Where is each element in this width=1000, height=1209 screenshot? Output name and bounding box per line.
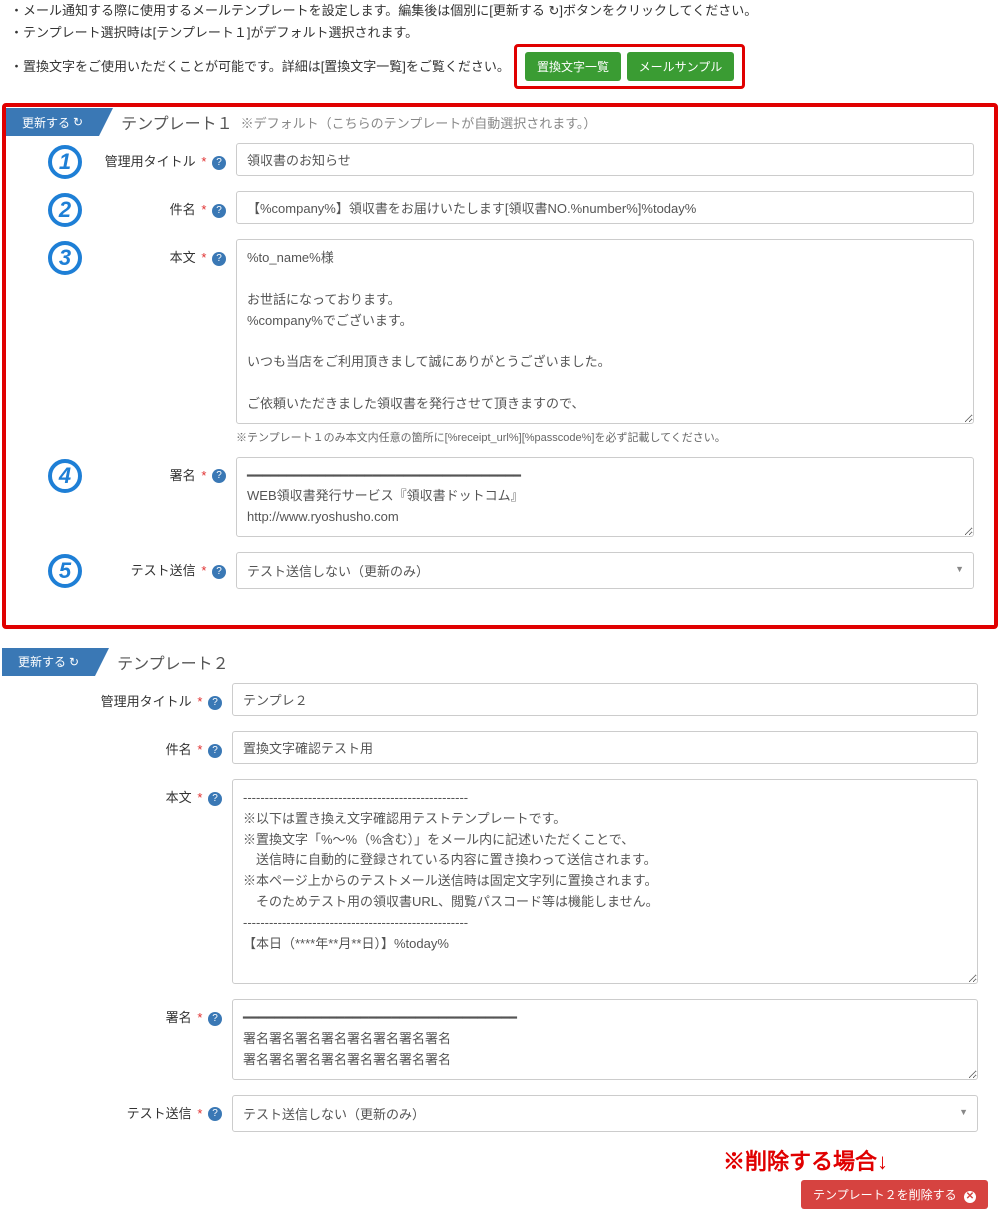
badge-1: 1 bbox=[48, 145, 82, 179]
template2-body-textarea[interactable] bbox=[232, 779, 978, 984]
help-icon[interactable]: ? bbox=[212, 469, 226, 483]
badge-2: 2 bbox=[48, 193, 82, 227]
intro-block: ・メール通知する際に使用するメールテンプレートを設定します。編集後は個別に[更新… bbox=[0, 0, 1000, 95]
help-icon[interactable]: ? bbox=[208, 696, 222, 710]
help-icon[interactable]: ? bbox=[212, 156, 226, 170]
delete-note: ※削除する場合↓ bbox=[2, 1144, 998, 1176]
help-icon[interactable]: ? bbox=[212, 565, 226, 579]
template1-highlight-box: 更新する テンプレート１ ※デフォルト（こちらのテンプレートが自動選択されます。… bbox=[2, 103, 998, 629]
label-admin-title: 管理用タイトル bbox=[105, 154, 196, 169]
label-body: 本文 bbox=[170, 250, 196, 265]
update-label: 更新する bbox=[18, 653, 66, 670]
template1-update-button[interactable]: 更新する bbox=[16, 113, 89, 132]
label-subject: 件名 bbox=[170, 202, 196, 217]
refresh-icon bbox=[73, 115, 83, 129]
template1-header: 更新する テンプレート１ ※デフォルト（こちらのテンプレートが自動選択されます。… bbox=[6, 107, 994, 137]
mail-sample-button[interactable]: メールサンプル bbox=[627, 52, 735, 81]
delete-label: テンプレート２を削除する bbox=[813, 1188, 957, 1202]
label-body: 本文 bbox=[166, 790, 192, 805]
template2-admin-title-input[interactable] bbox=[232, 683, 978, 716]
template2-signature-textarea[interactable] bbox=[232, 999, 978, 1079]
help-icon[interactable]: ? bbox=[208, 744, 222, 758]
template2-header: 更新する テンプレート２ bbox=[2, 647, 998, 677]
label-signature: 署名 bbox=[166, 1010, 192, 1025]
label-admin-title: 管理用タイトル bbox=[101, 694, 192, 709]
required-mark: * bbox=[201, 154, 206, 169]
help-icon[interactable]: ? bbox=[208, 1012, 222, 1026]
refresh-icon bbox=[69, 655, 79, 669]
template2-delete-button[interactable]: テンプレート２を削除する ✕ bbox=[801, 1180, 988, 1209]
template2-testsend-select[interactable]: テスト送信しない（更新のみ） bbox=[232, 1095, 978, 1132]
badge-4: 4 bbox=[48, 459, 82, 493]
label-signature: 署名 bbox=[170, 468, 196, 483]
label-testsend: テスト送信 bbox=[127, 1106, 192, 1121]
label-testsend: テスト送信 bbox=[131, 563, 196, 578]
template1-signature-textarea[interactable] bbox=[236, 457, 974, 537]
update-label: 更新する bbox=[22, 114, 70, 131]
intro-line-2: ・テンプレート選択時は[テンプレート１]がデフォルト選択されます。 bbox=[10, 22, 1000, 44]
template2-update-button[interactable]: 更新する bbox=[12, 652, 85, 671]
template1-admin-title-input[interactable] bbox=[236, 143, 974, 176]
top-buttons-highlight: 置換文字一覧 メールサンプル bbox=[514, 44, 745, 89]
intro-line-1: ・メール通知する際に使用するメールテンプレートを設定します。編集後は個別に[更新… bbox=[10, 0, 1000, 22]
label-subject: 件名 bbox=[166, 742, 192, 757]
help-icon[interactable]: ? bbox=[208, 1107, 222, 1121]
template1-testsend-select[interactable]: テスト送信しない（更新のみ） bbox=[236, 552, 974, 589]
template1-body-textarea[interactable] bbox=[236, 239, 974, 423]
template1-body-hint: ※テンプレート１のみ本文内任意の箇所に[%receipt_url%][%pass… bbox=[236, 429, 974, 445]
template2-title: テンプレート２ bbox=[117, 650, 229, 674]
template1-note: ※デフォルト（こちらのテンプレートが自動選択されます。） bbox=[241, 113, 597, 132]
template1-title: テンプレート１ bbox=[121, 110, 233, 134]
replace-list-button[interactable]: 置換文字一覧 bbox=[525, 52, 621, 81]
badge-3: 3 bbox=[48, 241, 82, 275]
intro-line-3: ・置換文字をご使用いただくことが可能です。詳細は[置換文字一覧]をご覧ください。 bbox=[10, 56, 510, 78]
help-icon[interactable]: ? bbox=[212, 252, 226, 266]
help-icon[interactable]: ? bbox=[212, 204, 226, 218]
close-icon: ✕ bbox=[964, 1191, 976, 1203]
badge-5: 5 bbox=[48, 554, 82, 588]
help-icon[interactable]: ? bbox=[208, 792, 222, 806]
template1-subject-input[interactable] bbox=[236, 191, 974, 224]
template2-subject-input[interactable] bbox=[232, 731, 978, 764]
template2-section: 更新する テンプレート２ 管理用タイトル * ? 件名 * ? bbox=[2, 647, 998, 1209]
